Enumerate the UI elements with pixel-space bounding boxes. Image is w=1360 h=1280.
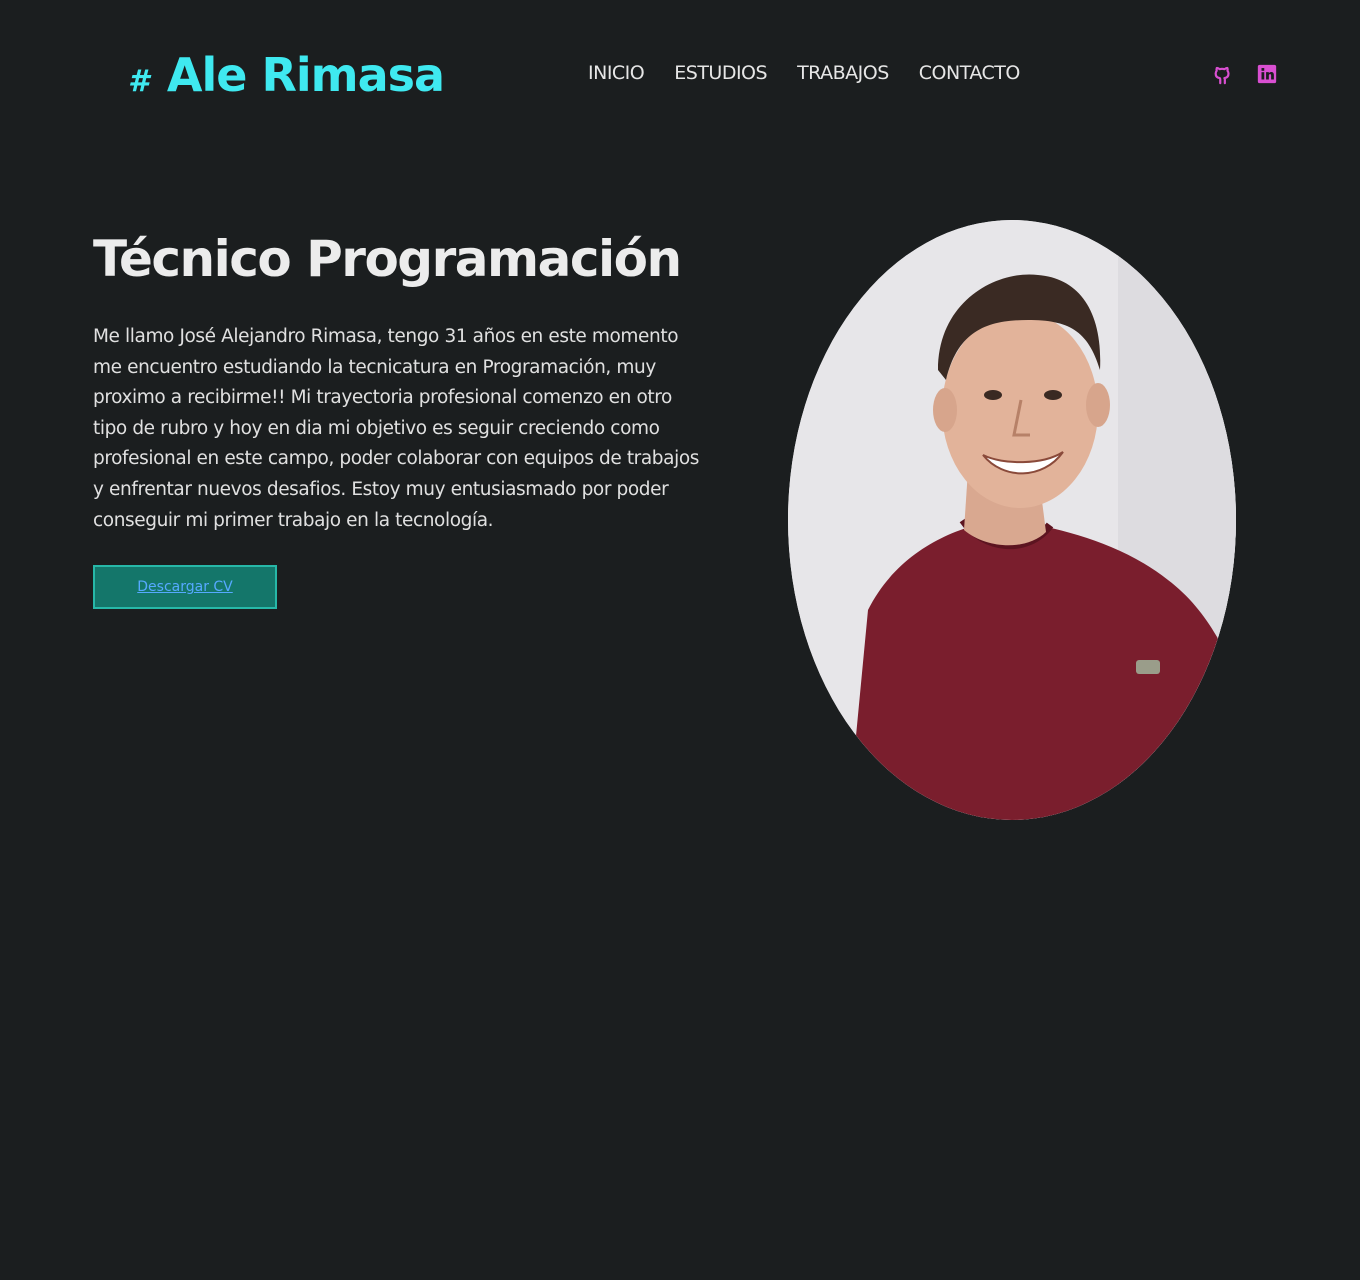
nav-item-estudios[interactable]: ESTUDIOS: [674, 62, 767, 84]
github-icon: [1214, 66, 1230, 85]
brand-logo[interactable]: # Ale Rimasa: [128, 48, 445, 102]
profile-photo: [788, 220, 1236, 820]
profile-photo-illustration: [788, 220, 1236, 820]
nav-item-trabajos[interactable]: TRABAJOS: [797, 62, 889, 84]
main-nav: INICIO ESTUDIOS TRABAJOS CONTACTO: [588, 62, 1020, 84]
github-link[interactable]: [1212, 63, 1234, 85]
linkedin-link[interactable]: [1256, 63, 1278, 85]
download-cv-button[interactable]: Descargar CV: [93, 565, 277, 609]
brand-hash: #: [128, 64, 149, 99]
site-header: # Ale Rimasa INICIO ESTUDIOS TRABAJOS CO…: [0, 0, 1360, 150]
nav-item-contacto[interactable]: CONTACTO: [919, 62, 1021, 84]
hero-title: Técnico Programación: [93, 230, 682, 288]
hero-description: Me llamo José Alejandro Rimasa, tengo 31…: [93, 326, 699, 531]
social-links: [1212, 63, 1278, 85]
nav-item-inicio[interactable]: INICIO: [588, 62, 645, 84]
linkedin-icon: [1257, 64, 1277, 84]
brand-name: Ale Rimasa: [166, 48, 445, 102]
